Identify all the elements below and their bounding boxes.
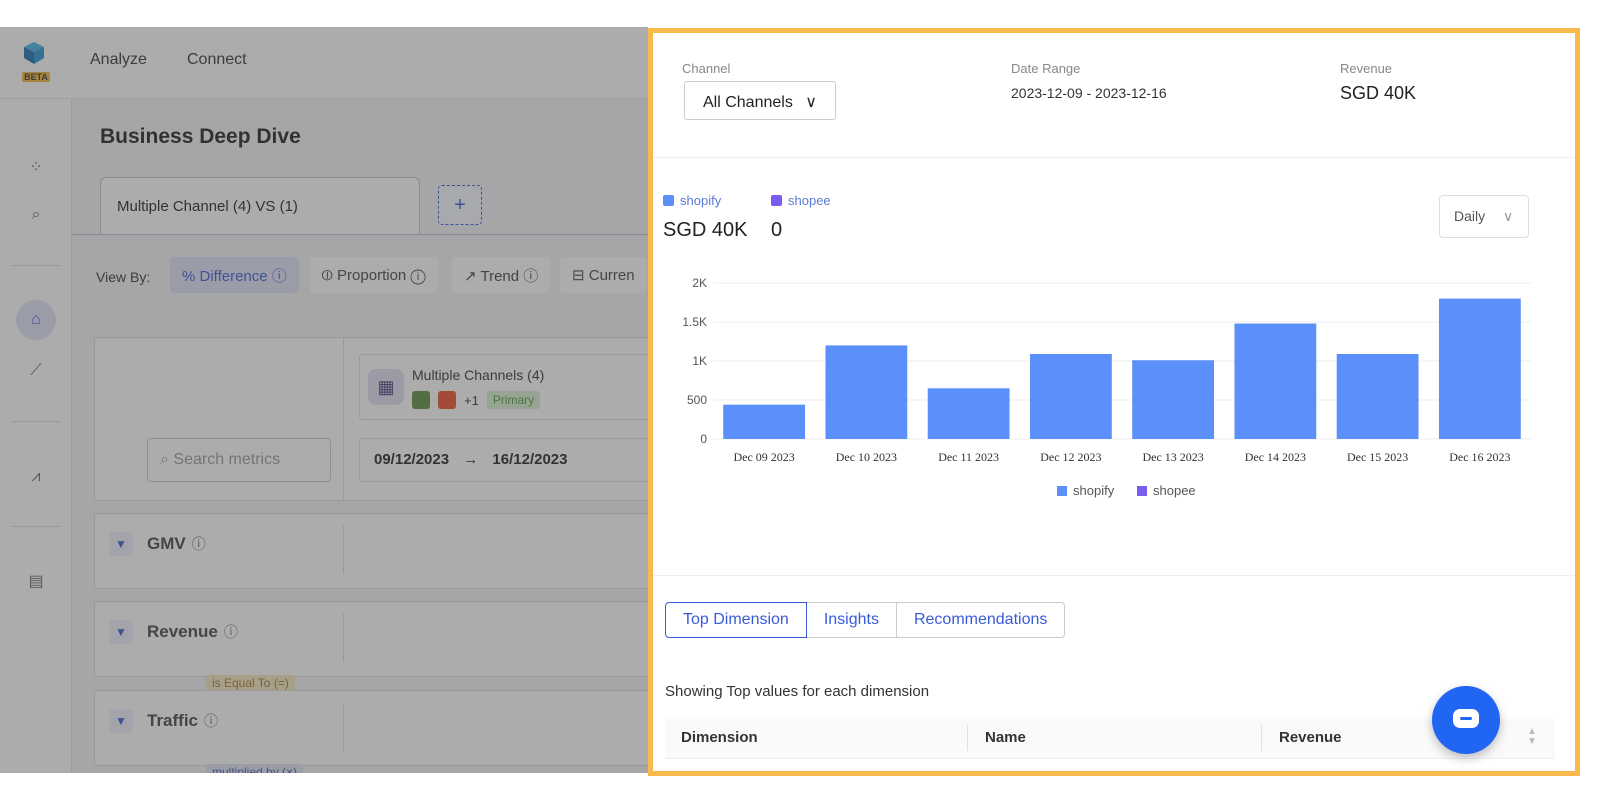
column-divider (967, 725, 968, 751)
granularity-value: Daily (1454, 208, 1486, 224)
legend-swatch (1137, 486, 1147, 496)
modal-backdrop[interactable] (0, 27, 648, 773)
y-tick-label: 1.5K (682, 315, 707, 329)
tab-top-dimension[interactable]: Top Dimension (665, 602, 807, 638)
tab-insights[interactable]: Insights (805, 602, 897, 638)
legend-label: shopify (1073, 483, 1115, 498)
chart-divider (653, 575, 1575, 576)
column-divider (1261, 725, 1262, 751)
x-tick-label: Dec 16 2023 (1449, 450, 1510, 464)
col-revenue[interactable]: Revenue (1279, 729, 1342, 746)
date-range-label: Date Range (1011, 61, 1081, 76)
channel-dropdown-value: All Channels (703, 94, 793, 111)
legend-shopee[interactable]: shopee (771, 193, 831, 208)
legend-swatch (1057, 486, 1067, 496)
y-tick-label: 0 (700, 432, 707, 446)
bar-shopify (1029, 353, 1112, 439)
shopee-swatch (771, 195, 782, 206)
bar-shopify (1438, 298, 1521, 439)
tab-recommendations[interactable]: Recommendations (895, 602, 1066, 638)
sort-icon[interactable]: ▲ ▼ (1527, 727, 1537, 747)
shopify-swatch (663, 195, 674, 206)
x-tick-label: Dec 12 2023 (1040, 450, 1101, 464)
insight-tabs: Top Dimension Insights Recommendations (665, 602, 1066, 638)
shopee-total: 0 (771, 219, 783, 241)
legend-label: shopify (680, 193, 722, 208)
showing-text: Showing Top values for each dimension (665, 683, 930, 700)
detail-drawer: Channel All Channels ∨ Date Range 2023-1… (648, 28, 1580, 776)
x-tick-label: Dec 15 2023 (1347, 450, 1408, 464)
x-tick-label: Dec 13 2023 (1142, 450, 1203, 464)
channel-dropdown[interactable]: All Channels ∨ (684, 81, 836, 120)
legend-label: shopee (788, 193, 831, 208)
channel-label: Channel (682, 61, 731, 76)
header-divider (653, 157, 1575, 158)
granularity-dropdown[interactable]: Daily ∨ (1439, 195, 1529, 238)
y-tick-label: 500 (687, 393, 707, 407)
bar-shopify (1132, 360, 1215, 439)
bar-shopify (723, 404, 806, 439)
bar-shopify (927, 388, 1010, 439)
table-header: Dimension Name Revenue ▲ ▼ (665, 719, 1555, 759)
revenue-value: SGD 40K (1340, 83, 1417, 103)
col-dimension[interactable]: Dimension (681, 729, 758, 746)
chat-button[interactable] (1432, 686, 1500, 754)
chevron-down-icon: ∨ (805, 94, 817, 111)
x-tick-label: Dec 11 2023 (938, 450, 999, 464)
legend-label: shopee (1153, 483, 1196, 498)
page: BETA Analyze Connect ⁘ ⌕ ⌂ ⟋ ⩘ ▤ Busines… (0, 0, 1600, 800)
shopify-total: SGD 40K (663, 219, 748, 241)
x-tick-label: Dec 09 2023 (733, 450, 794, 464)
x-tick-label: Dec 10 2023 (836, 450, 897, 464)
y-tick-label: 2K (692, 276, 707, 290)
bar-shopify (1234, 323, 1317, 439)
chevron-down-icon: ∨ (1503, 208, 1514, 224)
y-tick-label: 1K (692, 354, 707, 368)
col-name[interactable]: Name (985, 729, 1026, 746)
bar-shopify (1336, 353, 1419, 439)
bar-shopify (825, 345, 908, 439)
date-range-value: 2023-12-09 - 2023-12-16 (1011, 85, 1167, 101)
legend-shopify[interactable]: shopify (663, 193, 721, 208)
revenue-bar-chart: 0 500 1K 1.5K 2K Dec 09 2023 Dec 10 2023 Dec 11… (682, 276, 1531, 498)
revenue-label: Revenue (1340, 61, 1393, 76)
x-tick-label: Dec 14 2023 (1245, 450, 1306, 464)
chat-icon (1453, 709, 1479, 728)
